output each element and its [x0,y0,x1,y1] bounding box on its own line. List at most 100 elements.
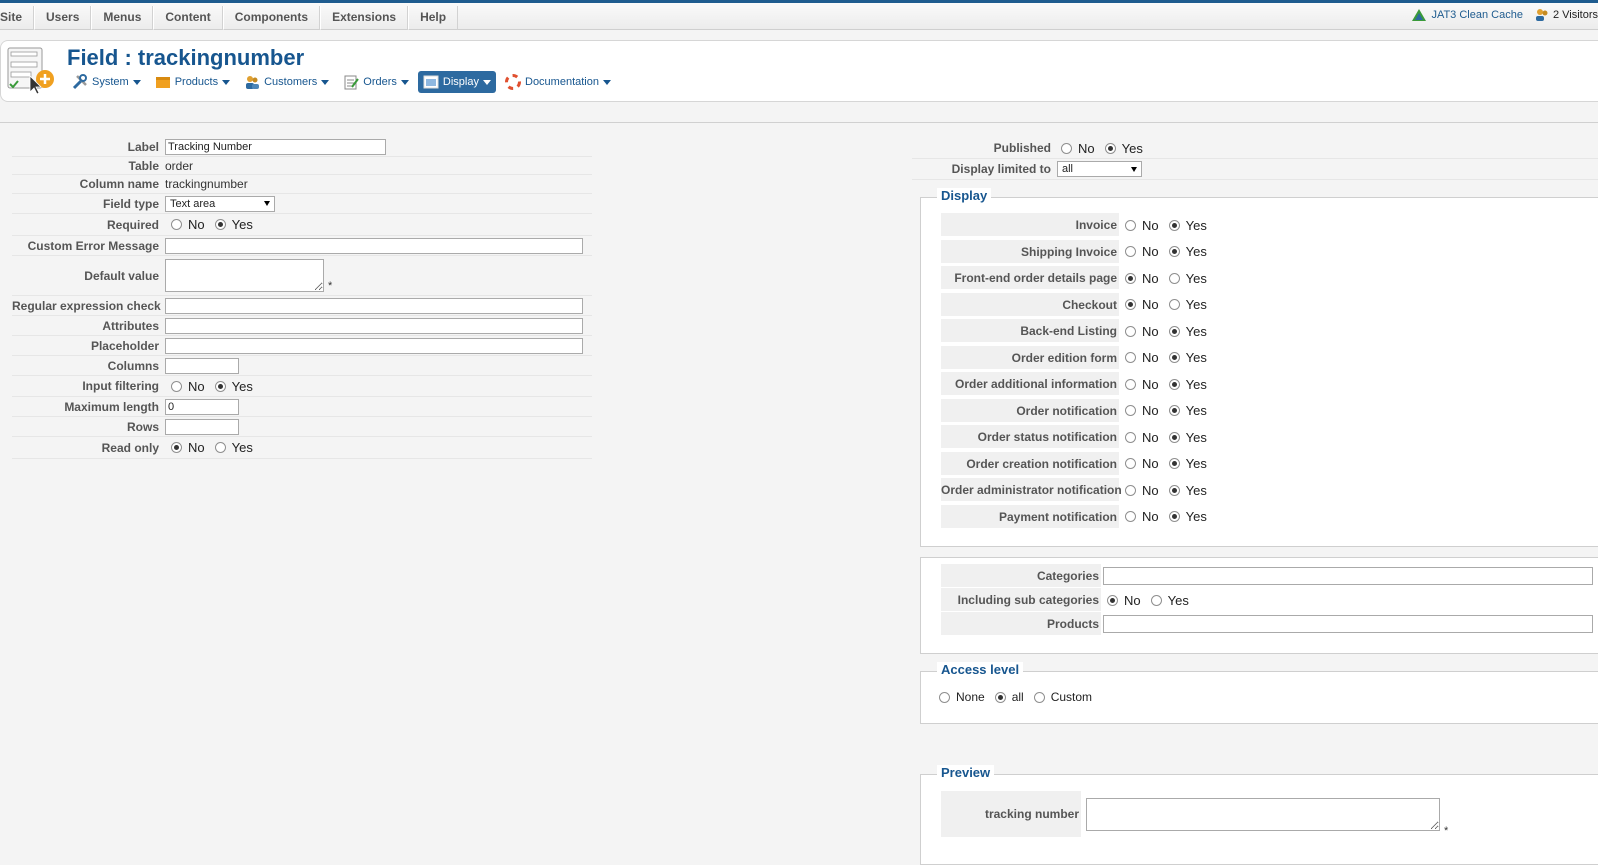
toolbar-documentation[interactable]: Documentation [500,71,616,93]
toolbar-customers-label: Customers [264,76,318,88]
rows-input[interactable] [165,418,239,435]
lifebuoy-icon [505,74,521,90]
table-label: Table [128,158,159,173]
display-row-yes-radio[interactable] [1168,431,1180,443]
display-row-yes-radio[interactable] [1168,378,1180,390]
read-only-yes-radio[interactable] [214,442,226,453]
display-row-yes-radio[interactable] [1168,458,1180,469]
table-value: order [165,158,194,173]
label-input[interactable] [165,138,386,155]
placeholder-label: Placeholder [90,338,159,353]
display-row: Order administrator notification No Yes [941,478,1217,502]
categories-input[interactable] [1103,567,1593,585]
required-yes-radio[interactable] [214,219,226,230]
display-row-yes-radio[interactable] [1168,246,1180,257]
published-no-radio[interactable] [1061,142,1072,154]
access-options: None all Custom [939,690,1102,704]
default-value-textarea[interactable] [165,259,324,292]
header-divider [0,122,1598,123]
products-input[interactable] [1103,615,1593,633]
columns-input[interactable] [165,357,239,374]
display-row-no-radio[interactable] [1125,511,1136,522]
display-row-no-radio[interactable] [1125,299,1136,310]
menu-users[interactable]: Users [34,6,92,30]
menu-menus[interactable]: Menus [91,6,154,30]
display-row-yes-label: Yes [1185,297,1207,312]
display-row-no-label: No [1142,456,1159,471]
input-filtering-no-radio[interactable] [171,380,182,392]
display-row-label: Checkout [941,292,1119,317]
display-row-yes-radio[interactable] [1168,272,1180,284]
display-fieldset: Display Invoice No Yes Shipping Invoice No Ye… [920,188,1598,547]
input-filtering-yes-radio[interactable] [214,380,226,392]
row-column-name: Column name trackingnumber [12,175,592,194]
toolbar-system[interactable]: System [67,71,146,93]
field-type-select[interactable]: Text area [165,195,275,212]
page-title: Field : trackingnumber [67,45,305,70]
display-row: Back-end Listing No Yes [941,319,1217,343]
display-row-no-radio[interactable] [1125,458,1136,469]
published-yes-radio[interactable] [1104,142,1116,154]
visitors-link[interactable]: 2 Visitors [1535,8,1598,22]
clean-cache-link[interactable]: JAT3 Clean Cache [1411,8,1523,22]
display-row-no-label: No [1142,323,1159,339]
input-filtering-no-label: No [188,378,205,394]
chevron-down-icon [483,79,491,85]
display-row-yes-radio[interactable] [1168,219,1180,231]
placeholder-input[interactable] [165,337,583,354]
access-custom-radio[interactable] [1033,691,1045,703]
row-regex: Regular expression check [12,296,592,316]
attributes-input[interactable] [165,317,583,334]
display-row-yes-radio[interactable] [1168,484,1180,496]
display-row-no-radio[interactable] [1125,352,1136,363]
toolbar-display[interactable]: Display [417,71,496,93]
menu-extensions[interactable]: Extensions [320,6,409,30]
display-row-yes-radio[interactable] [1168,299,1180,310]
display-row-no-radio[interactable] [1125,431,1136,443]
visitors-label: 2 Visitors [1552,9,1598,21]
sub-categories-no-radio[interactable] [1107,594,1118,606]
menu-content[interactable]: Content [153,6,223,30]
main-menu: Site Users Menus Content Components Exte… [0,6,459,30]
sub-categories-yes-label: Yes [1167,592,1189,608]
max-length-input[interactable] [165,398,239,415]
display-row: Order notification No Yes [941,398,1217,423]
preview-textarea[interactable] [1086,797,1440,831]
display-row-no-radio[interactable] [1125,219,1136,231]
custom-error-input[interactable] [165,237,583,254]
regex-input[interactable] [165,297,583,314]
menu-help[interactable]: Help [408,6,459,30]
toolbar-products[interactable]: Products [150,71,235,93]
required-no-label: No [188,217,205,232]
display-row-yes-radio[interactable] [1168,511,1180,522]
toolbar-customers[interactable]: Customers [239,71,334,93]
display-limited-select[interactable]: all [1057,161,1142,177]
chevron-down-icon [400,79,409,85]
access-all-radio[interactable] [994,691,1006,703]
menu-components[interactable]: Components [222,6,321,30]
display-legend: Display [937,188,992,203]
display-row-yes-label: Yes [1185,376,1207,392]
menu-site[interactable]: Site [0,6,35,30]
display-row-no-radio[interactable] [1125,272,1136,284]
display-row-yes-radio[interactable] [1168,352,1180,363]
display-row-yes-radio[interactable] [1168,325,1180,337]
published-no-label: No [1078,140,1095,156]
display-row-yes-label: Yes [1185,217,1207,233]
display-row-no-radio[interactable] [1125,246,1136,257]
required-no-radio[interactable] [171,219,182,230]
sub-categories-yes-radio[interactable] [1150,594,1162,606]
display-row-yes-radio[interactable] [1168,405,1180,416]
toolbar-orders[interactable]: Orders [338,71,414,93]
display-row-no-radio[interactable] [1125,484,1136,496]
read-only-no-radio[interactable] [171,442,182,453]
status-area: JAT3 Clean Cache 2 Visitors [1411,8,1598,22]
access-none-radio[interactable] [939,691,950,703]
attributes-label: Attributes [102,318,159,333]
display-row-no-radio[interactable] [1125,378,1136,390]
columns-label: Columns [107,358,159,373]
row-default-value: Default value * [12,256,592,296]
toolbar-display-label: Display [442,76,479,88]
display-row-no-radio[interactable] [1125,405,1136,416]
display-row-no-radio[interactable] [1125,325,1136,337]
